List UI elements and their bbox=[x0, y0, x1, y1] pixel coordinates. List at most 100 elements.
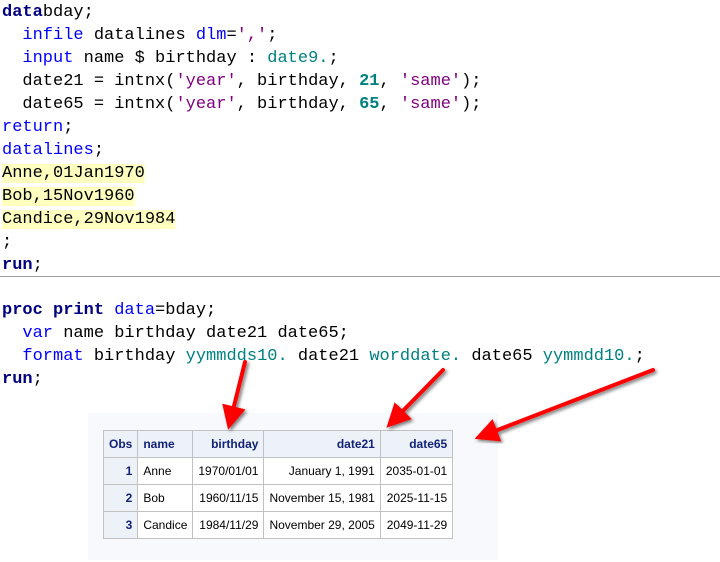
code-line: return; bbox=[2, 116, 482, 139]
code-token: ; bbox=[93, 141, 105, 160]
code-token: yymmdds10. bbox=[185, 347, 288, 366]
table-row: 1 Anne 1970/01/01 January 1, 1991 2035-0… bbox=[102, 457, 454, 485]
divider bbox=[0, 276, 720, 277]
code-token: run bbox=[2, 256, 33, 275]
code-token: date9. bbox=[267, 49, 329, 68]
code-token: bday; bbox=[42, 3, 94, 22]
header-birthday: birthday bbox=[192, 430, 265, 458]
table-row: 2 Bob 1960/11/15 November 15, 1981 2025-… bbox=[102, 484, 454, 512]
code-token: 'same' bbox=[399, 72, 462, 91]
header-date65: date65 bbox=[379, 430, 454, 458]
cell-obs: 3 bbox=[102, 511, 139, 539]
code-line: var name birthday date21 date65; bbox=[2, 322, 645, 345]
code-line: proc print data=bday; bbox=[2, 299, 645, 322]
cell-name: Bob bbox=[137, 484, 194, 512]
cell-obs: 2 bbox=[102, 484, 139, 512]
code-token: ; bbox=[267, 26, 278, 45]
cell-date65: 2049-11-29 bbox=[379, 511, 454, 539]
code-line: databday; bbox=[2, 1, 482, 24]
code-token: ; bbox=[634, 347, 645, 366]
header-obs: Obs bbox=[102, 430, 139, 458]
code-token: 65 bbox=[359, 95, 380, 114]
code-line: datalines; bbox=[2, 139, 482, 162]
code-token: data bbox=[2, 3, 43, 22]
code-token: ; bbox=[328, 49, 339, 68]
code-token: run bbox=[2, 370, 33, 389]
code-token: , bbox=[379, 72, 400, 91]
code-line: Candice,29Nov1984 bbox=[2, 208, 482, 231]
cell-date21: November 29, 2005 bbox=[263, 511, 381, 539]
code-token: dlm bbox=[195, 26, 227, 45]
code-token: ); bbox=[461, 95, 482, 114]
header-name: name bbox=[137, 430, 194, 458]
code-line: Bob,15Nov1960 bbox=[2, 185, 482, 208]
code-token: worddate. bbox=[369, 347, 462, 366]
code-token: date21 bbox=[287, 347, 370, 366]
code-token: name birthday date21 date65; bbox=[53, 324, 349, 343]
code-token: ; bbox=[32, 256, 43, 275]
code-token: datalines bbox=[2, 141, 94, 160]
code-line: Anne,01Jan1970 bbox=[2, 162, 482, 185]
code-token: 'year' bbox=[175, 95, 237, 114]
cell-date21: November 15, 1981 bbox=[263, 484, 381, 512]
header-date21: date21 bbox=[263, 430, 381, 458]
code-token: birthday bbox=[83, 347, 186, 366]
code-token: , birthday, bbox=[236, 72, 360, 91]
code-token: date65 = intnx( bbox=[2, 95, 176, 114]
cell-obs: 1 bbox=[102, 457, 139, 485]
code-token: yymmdd10. bbox=[542, 347, 635, 366]
cell-birthday: 1984/11/29 bbox=[192, 511, 265, 539]
results-table: Obs name birthday date21 date65 1 Anne 1… bbox=[102, 430, 454, 539]
code-token: 'year' bbox=[175, 72, 237, 91]
header-row: Obs name birthday date21 date65 bbox=[102, 430, 454, 458]
code-token: data bbox=[114, 301, 156, 320]
code-token: format bbox=[22, 347, 84, 366]
code-token: var bbox=[22, 324, 54, 343]
code-token: 21 bbox=[359, 72, 380, 91]
code-token: ; bbox=[32, 370, 43, 389]
code-token: ',' bbox=[236, 26, 268, 45]
code-token: date21 = intnx( bbox=[2, 72, 176, 91]
cell-birthday: 1960/11/15 bbox=[192, 484, 265, 512]
code-token: return bbox=[2, 118, 64, 137]
code-token: ; bbox=[2, 233, 13, 252]
code-token: proc print bbox=[2, 301, 105, 320]
code-token: ); bbox=[461, 72, 482, 91]
code-token: =bday; bbox=[155, 301, 217, 320]
code-token: Bob,15Nov1960 bbox=[2, 187, 135, 206]
cell-birthday: 1970/01/01 bbox=[192, 457, 265, 485]
code-line: input name $ birthday : date9.; bbox=[2, 47, 482, 70]
code-token: Anne,01Jan1970 bbox=[2, 164, 145, 183]
proc-print-code[interactable]: proc print data=bday; var name birthday … bbox=[2, 299, 645, 391]
cell-date21: January 1, 1991 bbox=[263, 457, 381, 485]
code-line: date21 = intnx('year', birthday, 21, 'sa… bbox=[2, 70, 482, 93]
code-line: format birthday yymmdds10. date21 wordda… bbox=[2, 345, 645, 368]
code-token: ; bbox=[63, 118, 74, 137]
cell-name: Anne bbox=[137, 457, 194, 485]
code-token: = bbox=[226, 26, 237, 45]
code-token: Candice,29Nov1984 bbox=[2, 210, 176, 229]
code-token: , birthday, bbox=[236, 95, 360, 114]
data-step-code[interactable]: databday; infile datalines dlm=','; inpu… bbox=[2, 1, 482, 277]
code-token: datalines bbox=[83, 26, 196, 45]
code-line: ; bbox=[2, 231, 482, 254]
code-line: infile datalines dlm=','; bbox=[2, 24, 482, 47]
code-token: infile bbox=[22, 26, 84, 45]
code-line: date65 = intnx('year', birthday, 65, 'sa… bbox=[2, 93, 482, 116]
code-token: date65 bbox=[461, 347, 543, 366]
cell-date65: 2025-11-15 bbox=[379, 484, 454, 512]
cell-name: Candice bbox=[137, 511, 194, 539]
code-token: input bbox=[22, 49, 74, 68]
code-token: , bbox=[379, 95, 400, 114]
cell-date65: 2035-01-01 bbox=[379, 457, 454, 485]
code-token: name $ birthday : bbox=[73, 49, 268, 68]
code-line: run; bbox=[2, 368, 645, 391]
code-line: run; bbox=[2, 254, 482, 277]
table-row: 3 Candice 1984/11/29 November 29, 2005 2… bbox=[102, 511, 454, 539]
code-token: 'same' bbox=[399, 95, 462, 114]
